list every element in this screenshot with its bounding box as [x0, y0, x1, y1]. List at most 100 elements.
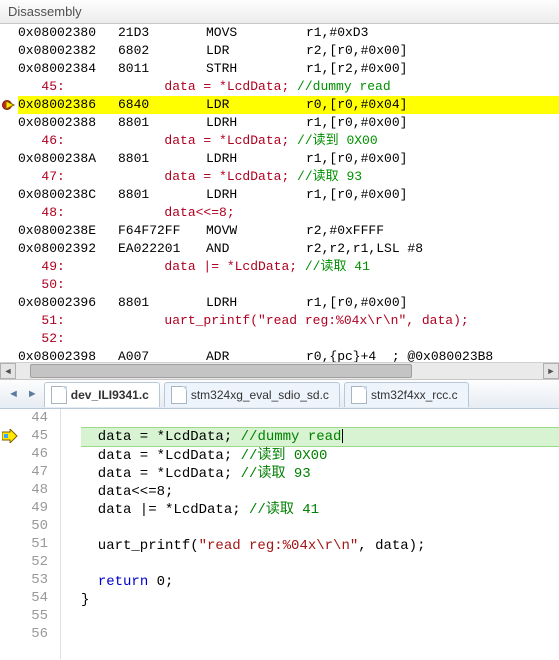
- disasm-src-text: data = *LcdData; //dummy read: [164, 79, 390, 94]
- code-line[interactable]: return 0;: [81, 573, 559, 591]
- line-number: 48: [0, 481, 48, 499]
- disasm-row[interactable]: 0x080023888801LDRHr1,[r0,#0x00]: [18, 114, 559, 132]
- text-caret: [342, 429, 343, 443]
- disasm-row[interactable]: 52:: [18, 330, 559, 348]
- disasm-row[interactable]: 0x0800238C8801LDRHr1,[r0,#0x00]: [18, 186, 559, 204]
- scroll-left-button[interactable]: ◄: [0, 363, 16, 379]
- code-line[interactable]: }: [81, 591, 559, 609]
- disassembly-panel: 0x0800238021D3MOVSr1,#0xD30x080023826802…: [0, 24, 559, 380]
- editor-gutter: 44454647484950515253545556: [0, 409, 61, 659]
- disasm-row[interactable]: 0x080023866840LDRr0,[r0,#0x04]: [18, 96, 559, 114]
- disasm-row[interactable]: 0x080023968801LDRHr1,[r0,#0x00]: [18, 294, 559, 312]
- disasm-src-text: data<<=8;: [164, 205, 234, 220]
- disasm-address: 0x0800238C: [18, 186, 118, 204]
- disasm-src-text: data |= *LcdData; //读取 41: [164, 259, 369, 274]
- scroll-thumb[interactable]: [30, 364, 412, 378]
- disasm-address: 0x08002380: [18, 24, 118, 42]
- disasm-mnemonic: LDRH: [206, 114, 306, 132]
- disasm-address: 0x08002386: [18, 96, 118, 114]
- code-line[interactable]: [81, 555, 559, 573]
- code-line[interactable]: data = *LcdData; //dummy read: [81, 427, 559, 447]
- disasm-src-text: uart_printf("read reg:%04x\r\n", data);: [164, 313, 468, 328]
- line-number: 50: [0, 517, 48, 535]
- disasm-operands: r1,[r0,#0x00]: [306, 187, 407, 202]
- disasm-row[interactable]: 47: data = *LcdData; //读取 93: [18, 168, 559, 186]
- line-number: 44: [0, 409, 48, 427]
- scroll-right-button[interactable]: ►: [543, 363, 559, 379]
- disasm-operands: r1,[r0,#0x00]: [306, 295, 407, 310]
- disasm-mnemonic: LDRH: [206, 294, 306, 312]
- disasm-hex: EA022201: [118, 240, 206, 258]
- disasm-mnemonic: AND: [206, 240, 306, 258]
- disasm-src-line: 46:: [41, 132, 125, 150]
- code-line[interactable]: [81, 609, 559, 627]
- tab-label: stm32f4xx_rcc.c: [371, 388, 458, 402]
- current-line-marker-icon: [2, 427, 18, 445]
- disasm-src-line: 49:: [41, 258, 125, 276]
- tab-stm324xg_eval_sdio_sd-c[interactable]: stm324xg_eval_sdio_sd.c: [164, 382, 340, 407]
- disasm-address: 0x08002384: [18, 60, 118, 78]
- disasm-hex: 8801: [118, 114, 206, 132]
- line-number: 46: [0, 445, 48, 463]
- disasm-row[interactable]: 48: data<<=8;: [18, 204, 559, 222]
- disasm-hex: 8011: [118, 60, 206, 78]
- tab-label: dev_ILI9341.c: [71, 388, 149, 402]
- disasm-hex: 8801: [118, 186, 206, 204]
- disasm-src-line: 48:: [41, 204, 125, 222]
- disasm-row[interactable]: 0x08002392EA022201ANDr2,r2,r1,LSL #8: [18, 240, 559, 258]
- tab-dev_ili9341-c[interactable]: dev_ILI9341.c: [44, 382, 160, 407]
- disasm-row[interactable]: 0x080023826802LDRr2,[r0,#0x00]: [18, 42, 559, 60]
- disasm-hex: 6802: [118, 42, 206, 60]
- code-line[interactable]: data |= *LcdData; //读取 41: [81, 501, 559, 519]
- code-line[interactable]: data<<=8;: [81, 483, 559, 501]
- code-line[interactable]: uart_printf("read reg:%04x\r\n", data);: [81, 537, 559, 555]
- disasm-src-line: 47:: [41, 168, 125, 186]
- code-line[interactable]: data = *LcdData; //读到 0X00: [81, 447, 559, 465]
- file-icon: [351, 386, 367, 404]
- disasm-row[interactable]: 50:: [18, 276, 559, 294]
- code-line[interactable]: [81, 627, 559, 645]
- disasm-mnemonic: MOVW: [206, 222, 306, 240]
- disasm-hex: F64F72FF: [118, 222, 206, 240]
- tab-next-icon[interactable]: ►: [25, 388, 40, 400]
- disasm-address: 0x08002392: [18, 240, 118, 258]
- disasm-operands: r0,[r0,#0x04]: [306, 97, 407, 112]
- code-line[interactable]: [81, 409, 559, 427]
- line-number: 52: [0, 553, 48, 571]
- file-icon: [51, 386, 67, 404]
- code-editor[interactable]: 44454647484950515253545556 data = *LcdDa…: [0, 409, 559, 659]
- disasm-src-text: data = *LcdData; //读到 0X00: [164, 133, 377, 148]
- tab-label: stm324xg_eval_sdio_sd.c: [191, 388, 329, 402]
- disasm-row[interactable]: 0x0800238A8801LDRHr1,[r0,#0x00]: [18, 150, 559, 168]
- disasm-operands: r1,[r0,#0x00]: [306, 115, 407, 130]
- line-number: 56: [0, 625, 48, 643]
- disasm-row[interactable]: 0x0800238021D3MOVSr1,#0xD3: [18, 24, 559, 42]
- disasm-address: 0x08002382: [18, 42, 118, 60]
- horizontal-scrollbar[interactable]: ◄ ►: [0, 362, 559, 379]
- disasm-row[interactable]: 0x080023848011STRHr1,[r2,#0x00]: [18, 60, 559, 78]
- editor-code[interactable]: data = *LcdData; //dummy read data = *Lc…: [61, 409, 559, 659]
- line-number: 49: [0, 499, 48, 517]
- disasm-address: 0x08002388: [18, 114, 118, 132]
- disasm-hex: 8801: [118, 150, 206, 168]
- disasm-row[interactable]: 45: data = *LcdData; //dummy read: [18, 78, 559, 96]
- disasm-src-line: 45:: [41, 78, 125, 96]
- disasm-row[interactable]: 46: data = *LcdData; //读到 0X00: [18, 132, 559, 150]
- disasm-row[interactable]: 49: data |= *LcdData; //读取 41: [18, 258, 559, 276]
- disassembly-panel-title: Disassembly: [0, 0, 559, 24]
- disasm-src-line: 52:: [41, 330, 125, 348]
- tab-prev-icon[interactable]: ◄: [6, 388, 21, 400]
- disasm-hex: 8801: [118, 294, 206, 312]
- disasm-address: 0x08002396: [18, 294, 118, 312]
- disasm-src-text: data = *LcdData; //读取 93: [164, 169, 362, 184]
- disasm-row[interactable]: 0x0800238EF64F72FFMOVWr2,#0xFFFF: [18, 222, 559, 240]
- line-number: 53: [0, 571, 48, 589]
- disasm-row[interactable]: 51: uart_printf("read reg:%04x\r\n", dat…: [18, 312, 559, 330]
- disasm-src-line: 51:: [41, 312, 125, 330]
- disasm-mnemonic: LDRH: [206, 150, 306, 168]
- disasm-hex: 21D3: [118, 24, 206, 42]
- line-number: 55: [0, 607, 48, 625]
- code-line[interactable]: [81, 519, 559, 537]
- code-line[interactable]: data = *LcdData; //读取 93: [81, 465, 559, 483]
- tab-stm32f4xx_rcc-c[interactable]: stm32f4xx_rcc.c: [344, 382, 469, 407]
